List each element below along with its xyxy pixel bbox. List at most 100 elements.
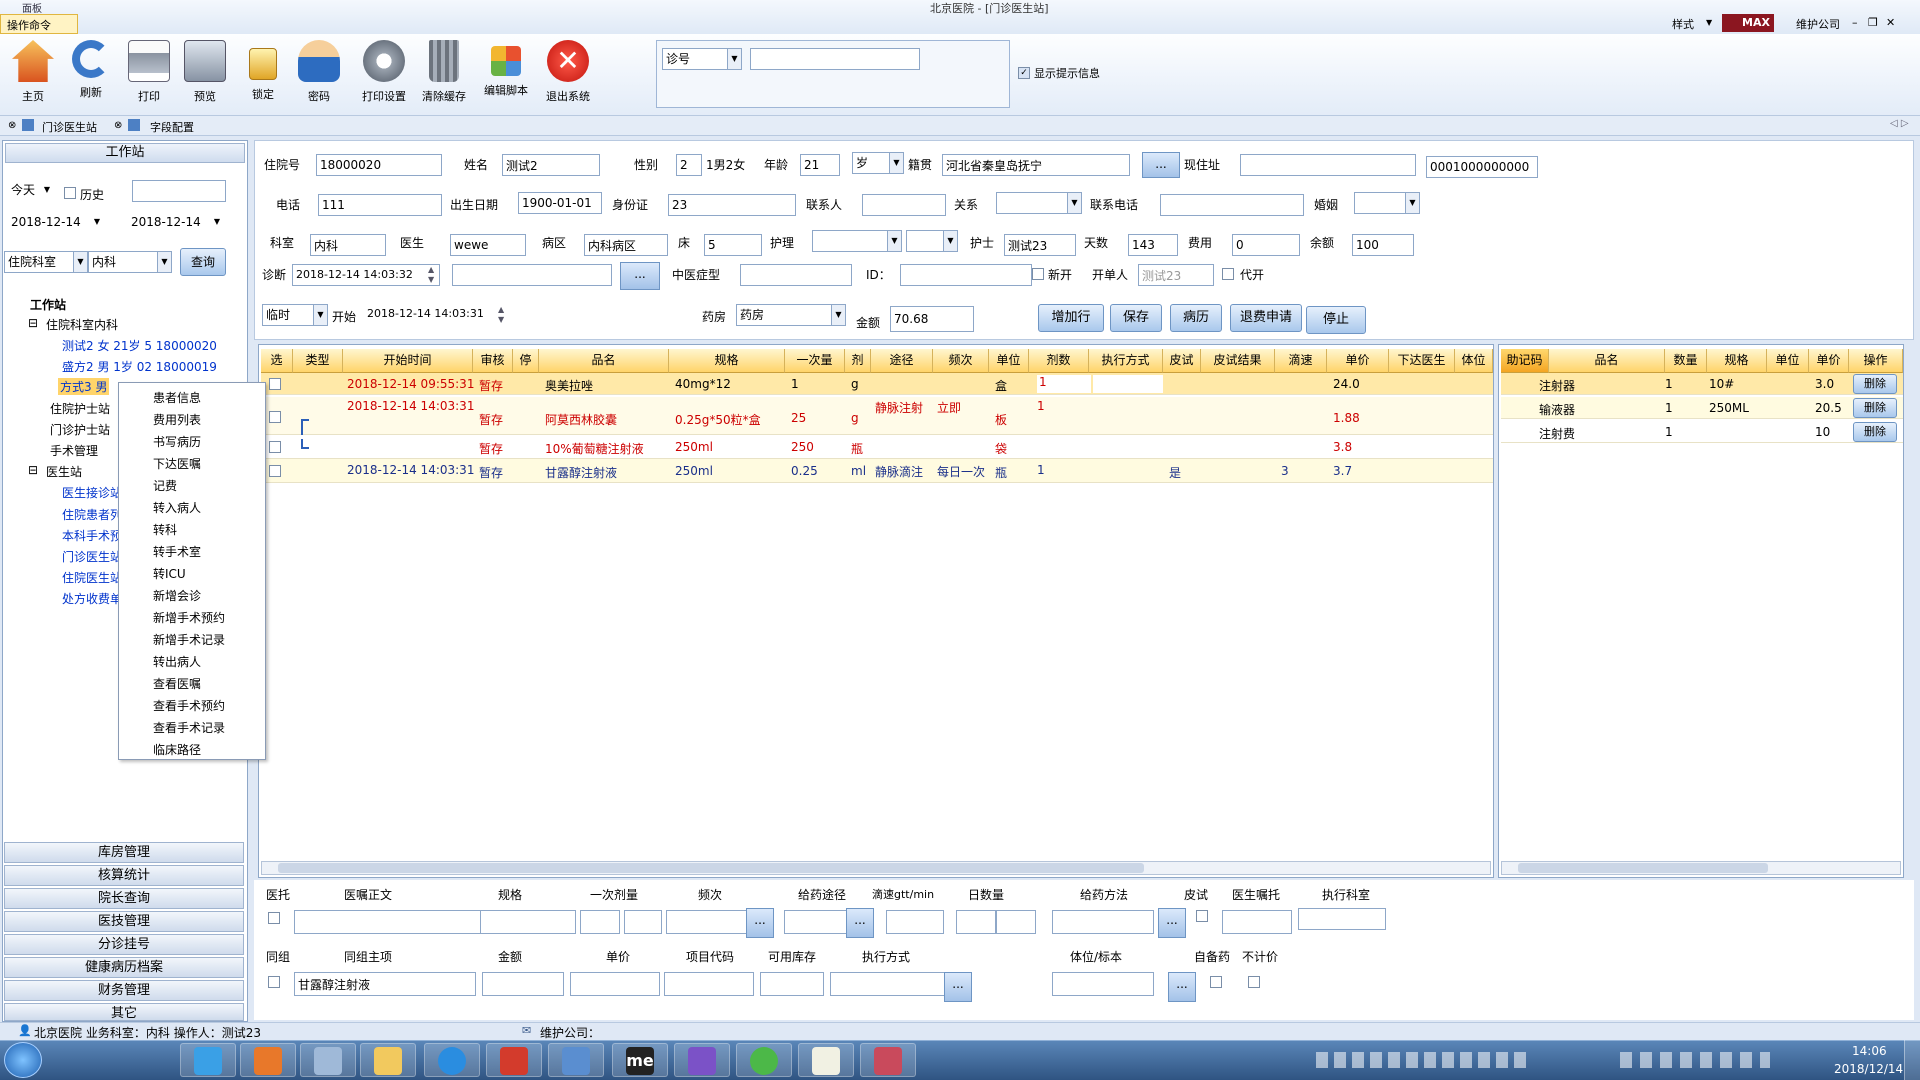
dose-unit-field[interactable]: [624, 910, 662, 934]
tree-patient-2[interactable]: 盛方2 男 1岁 02 18000019: [62, 358, 217, 375]
exit-button[interactable]: ✕ 退出系统: [538, 38, 598, 114]
workstation-header[interactable]: 工作站: [5, 143, 245, 163]
menu-item-write-record[interactable]: 书写病历: [153, 433, 201, 450]
tray-icons[interactable]: [1620, 1052, 1770, 1068]
row-checkbox[interactable]: [269, 378, 281, 390]
col-header[interactable]: 规格: [669, 349, 785, 373]
tree-patient-1[interactable]: 测试2 女 21岁 5 18000020: [62, 337, 217, 354]
menu-item-new-consult[interactable]: 新增会诊: [153, 587, 201, 604]
date-preset-select[interactable]: 今天 ▼: [8, 180, 54, 202]
table-row[interactable]: 注射器 1 10# 3.0 删除: [1501, 373, 1903, 395]
order-type-select[interactable]: 临时 ▼: [262, 304, 328, 326]
nav-medtech[interactable]: 医技管理: [4, 911, 244, 932]
tab-scroll-icon[interactable]: ◁ ▷: [1890, 118, 1909, 129]
history-checkbox[interactable]: [64, 187, 76, 199]
show-hint-checkbox[interactable]: ✓: [1018, 67, 1030, 79]
delete-button[interactable]: 删除: [1853, 422, 1897, 442]
table-row[interactable]: 注射费 1 10 删除: [1501, 421, 1903, 443]
lock-button[interactable]: 锁定: [236, 38, 290, 114]
tree-node-nurse-inpatient[interactable]: 住院护士站: [50, 400, 110, 417]
col-header[interactable]: 频次: [933, 349, 989, 373]
menu-item-transfer-in[interactable]: 转入病人: [153, 499, 201, 516]
table-row[interactable]: 2018-12-14 09:55:31 暂存 奥美拉唑 40mg*12 1 g …: [261, 373, 1493, 395]
col-header[interactable]: 剂数: [1029, 349, 1089, 373]
method-picker-button[interactable]: ...: [1158, 908, 1186, 938]
table-row[interactable]: 2018-12-14 14:03:31 暂存 阿莫西林胶囊 0.25g*50粒*…: [261, 397, 1493, 457]
exec-mode-field[interactable]: [830, 972, 946, 996]
order-count[interactable]: 1: [1037, 375, 1091, 393]
menu-item-transfer-dept[interactable]: 转科: [153, 521, 177, 538]
nav-health-records[interactable]: 健康病历档案: [4, 957, 244, 978]
horizontal-scrollbar[interactable]: [1501, 861, 1901, 875]
delete-button[interactable]: 删除: [1853, 374, 1897, 394]
row-checkbox[interactable]: [269, 441, 281, 453]
col-header[interactable]: 品名: [1549, 349, 1665, 373]
drip-rate-field[interactable]: [886, 910, 944, 934]
stop-button[interactable]: 停止: [1306, 306, 1366, 334]
minimize-icon[interactable]: –: [1852, 16, 1858, 29]
item-code-field[interactable]: [664, 972, 754, 996]
tree-patient-3[interactable]: 方式3 男: [58, 378, 110, 395]
col-header[interactable]: 途径: [871, 349, 933, 373]
scroll-thumb[interactable]: [1518, 863, 1768, 873]
max-badge[interactable]: MAX: [1722, 14, 1774, 32]
nav-warehouse[interactable]: 库房管理: [4, 842, 244, 863]
phone-field[interactable]: [318, 194, 442, 216]
taskbar-visual-studio[interactable]: [674, 1043, 730, 1077]
col-header[interactable]: 规格: [1707, 349, 1767, 373]
menu-item-transfer-out[interactable]: 转出病人: [153, 653, 201, 670]
dept-field[interactable]: [310, 234, 386, 256]
dose-field[interactable]: [580, 910, 620, 934]
horizontal-scrollbar[interactable]: [261, 861, 1491, 875]
col-header[interactable]: 滴速: [1275, 349, 1327, 373]
col-header[interactable]: 皮试: [1163, 349, 1201, 373]
spinner-icon[interactable]: ▲ ▼: [428, 265, 434, 285]
nav-accounting[interactable]: 核算统计: [4, 865, 244, 886]
table-row[interactable]: 暂存 10%葡萄糖注射液 250ml 250 瓶 袋 3.8: [261, 435, 1493, 459]
tree-node-reception[interactable]: 医生接诊站: [62, 484, 122, 501]
group-main-field[interactable]: [294, 972, 476, 996]
tree-node-doctor[interactable]: 医生站: [46, 463, 82, 480]
table-row[interactable]: 2018-12-14 14:03:31 暂存 甘露醇注射液 250ml 0.25…: [261, 459, 1493, 483]
menu-item-patient-info[interactable]: 患者信息: [153, 389, 201, 406]
ward-field[interactable]: [584, 234, 668, 256]
tcm-field[interactable]: [740, 264, 852, 286]
close-icon[interactable]: ✕: [1886, 16, 1895, 29]
clock-time[interactable]: 14:06: [1852, 1044, 1887, 1058]
code-field[interactable]: [1426, 156, 1538, 178]
close-icon[interactable]: ⊗: [8, 120, 16, 131]
tree-node-outpatient-doctor[interactable]: 门诊医生站: [62, 548, 122, 565]
restore-icon[interactable]: ❐: [1868, 16, 1878, 29]
idcard-field[interactable]: [668, 194, 796, 216]
col-header[interactable]: 单价: [1809, 349, 1849, 373]
col-header[interactable]: 类型: [293, 349, 343, 373]
issuer-field[interactable]: [1138, 264, 1214, 286]
add-row-button[interactable]: 增加行: [1038, 304, 1104, 332]
date-to-picker[interactable]: 2018-12-14 ▼: [128, 212, 224, 234]
nursing-select[interactable]: ▼: [812, 230, 902, 252]
id-field[interactable]: [900, 264, 1032, 286]
nav-other[interactable]: 其它: [4, 1003, 244, 1021]
amount-field[interactable]: [890, 306, 974, 332]
ribbon-tab-operations[interactable]: 操作命令: [0, 14, 78, 34]
nurse-field[interactable]: [1004, 234, 1076, 256]
refresh-button[interactable]: 刷新: [64, 38, 118, 114]
diagnosis-picker-button[interactable]: ...: [620, 262, 660, 290]
menu-item-view-surgery-record[interactable]: 查看手术记录: [153, 719, 225, 736]
edit-script-button[interactable]: 编辑脚本: [476, 38, 536, 114]
tab-field-config[interactable]: 字段配置: [150, 119, 194, 135]
company-link[interactable]: 维护公司: [1796, 16, 1840, 32]
clock-date[interactable]: 2018/12/14: [1834, 1062, 1903, 1076]
doctor-field[interactable]: [450, 234, 526, 256]
taskbar-notepad[interactable]: [798, 1043, 854, 1077]
contact-phone-field[interactable]: [1160, 194, 1304, 216]
unit-price-field[interactable]: [570, 972, 660, 996]
menu-item-to-surgery[interactable]: 转手术室: [153, 543, 201, 560]
spinner-icon[interactable]: ▲ ▼: [498, 305, 504, 325]
col-header[interactable]: 数量: [1665, 349, 1707, 373]
exec-dept-field[interactable]: [1298, 908, 1386, 930]
query-button[interactable]: 查询: [180, 248, 226, 276]
dept-select[interactable]: 内科 ▼: [88, 251, 172, 273]
relation-select[interactable]: ▼: [996, 192, 1082, 214]
home-button[interactable]: 主页: [6, 38, 60, 114]
